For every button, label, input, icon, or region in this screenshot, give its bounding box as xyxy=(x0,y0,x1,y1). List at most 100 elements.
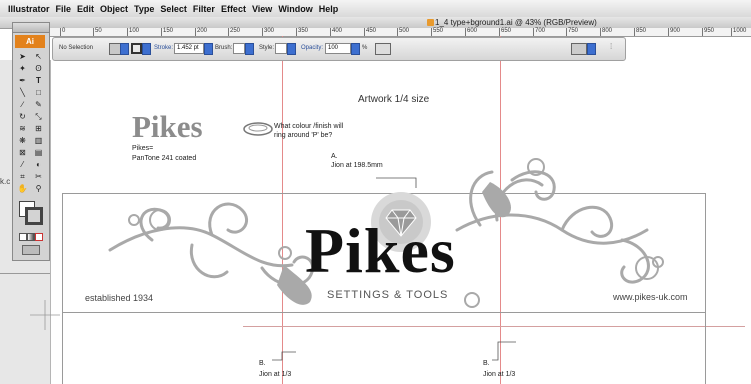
ruler-tick: 400 xyxy=(329,28,343,36)
swirl-right-curl-2 xyxy=(620,238,650,284)
ruler-tick: 200 xyxy=(194,28,208,36)
brush-field[interactable] xyxy=(233,43,245,54)
gradient-mode-button[interactable] xyxy=(27,233,35,241)
crop-mark-icon xyxy=(30,300,60,330)
swirl-ring-left-2 xyxy=(128,214,140,226)
swirl-left-curl-2 xyxy=(139,207,171,242)
swirl-right-main xyxy=(455,213,649,245)
note-a-arrow xyxy=(376,177,417,188)
swirl-right-curl-1 xyxy=(560,205,614,238)
color-mode-button[interactable] xyxy=(19,233,27,241)
menu-file[interactable]: File xyxy=(56,4,72,14)
question-line2: ring around 'P' be? xyxy=(274,132,333,139)
menu-view[interactable]: View xyxy=(252,4,272,14)
pencil-tool-icon[interactable]: ✎ xyxy=(32,99,45,110)
hand-tool-icon[interactable]: ✋ xyxy=(16,183,29,194)
selection-tool-icon[interactable]: ➤ xyxy=(16,51,29,62)
style-field[interactable] xyxy=(275,43,287,54)
ruler-tick: 100 xyxy=(126,28,140,36)
screen-mode-button[interactable] xyxy=(22,245,40,255)
menu-type[interactable]: Type xyxy=(134,4,154,14)
zoom-tool-icon[interactable]: ⚲ xyxy=(32,183,45,194)
ruler-tick: 350 xyxy=(295,28,309,36)
panel-menu-dropdown[interactable] xyxy=(587,43,596,55)
swirl-left-curl-4 xyxy=(189,243,229,279)
none-mode-button[interactable] xyxy=(35,233,43,241)
brush-dropdown[interactable] xyxy=(245,43,254,55)
opacity-label[interactable]: Opacity: xyxy=(301,45,323,51)
ruler-tick: 550 xyxy=(430,28,444,36)
opacity-field[interactable]: 100 xyxy=(325,43,351,54)
eyedropper-tool-icon[interactable]: ⁄ xyxy=(16,159,29,170)
document-title: 1_4 type+bground1.ai @ 43% (RGB/Preview) xyxy=(435,18,597,27)
symbol-sprayer-tool-icon[interactable]: ❋ xyxy=(16,135,29,146)
ruler-tick: 950 xyxy=(701,28,715,36)
pikes-note-line2: PanTone 241 coated xyxy=(132,155,197,162)
scale-tool-icon[interactable]: ⤡ xyxy=(32,111,45,122)
tools-panel-header[interactable] xyxy=(13,23,49,33)
menu-filter[interactable]: Filter xyxy=(193,4,215,14)
note-a-label: A. xyxy=(331,153,338,160)
stroke-color-box[interactable] xyxy=(25,207,43,225)
lasso-tool-icon[interactable]: ʘ xyxy=(32,63,45,74)
slice-tool-icon[interactable]: ⌗ xyxy=(16,171,29,182)
pen-tool-icon[interactable]: ✒ xyxy=(16,75,29,86)
panel-grip-icon[interactable]: ⁞ xyxy=(610,42,612,51)
ai-logo: Ai xyxy=(15,35,45,48)
swirl-ring-bottom xyxy=(464,292,480,308)
logo-big: Pikes xyxy=(305,215,456,286)
stroke-weight-dropdown[interactable] xyxy=(204,43,213,55)
graph-tool-icon[interactable]: ▥ xyxy=(32,135,45,146)
note-b2-text: Jion at 1/3 xyxy=(483,371,516,378)
stroke-weight-field[interactable]: 1.452 pt xyxy=(174,43,204,54)
note-b2-label: B. xyxy=(483,360,490,367)
menu-bar: Illustrator File Edit Object Type Select… xyxy=(0,0,751,18)
swirl-left-curl-1 xyxy=(208,202,249,237)
opacity-dropdown[interactable] xyxy=(351,43,360,55)
menu-object[interactable]: Object xyxy=(100,4,128,14)
note-b1-arrow xyxy=(272,351,296,361)
logo-small: Pikes xyxy=(132,109,203,144)
scissors-tool-icon[interactable]: ✂ xyxy=(32,171,45,182)
menu-app-illustrator[interactable]: Illustrator xyxy=(8,4,50,14)
type-tool-icon[interactable]: T xyxy=(32,75,45,86)
free-transform-tool-icon[interactable]: ⊞ xyxy=(32,123,45,134)
menu-effect[interactable]: Effect xyxy=(221,4,246,14)
mesh-tool-icon[interactable]: ⊠ xyxy=(16,147,29,158)
document-setup-button[interactable] xyxy=(571,43,587,55)
direct-selection-tool-icon[interactable]: ↖ xyxy=(32,51,45,62)
menu-window[interactable]: Window xyxy=(278,4,312,14)
ruler-tick: 700 xyxy=(532,28,546,36)
line-tool-icon[interactable]: ╲ xyxy=(16,87,29,98)
note-b1-text: Jion at 1/3 xyxy=(259,371,292,378)
ruler-tick: 600 xyxy=(464,28,478,36)
artwork-heading: Artwork 1/4 size xyxy=(358,94,430,105)
pikes-note-line1: Pikes= xyxy=(132,145,154,152)
recolor-artwork-button[interactable] xyxy=(375,43,391,55)
style-dropdown[interactable] xyxy=(287,43,296,55)
paintbrush-tool-icon[interactable]: ∕ xyxy=(16,99,29,110)
document-icon xyxy=(427,19,434,26)
gradient-tool-icon[interactable]: ▤ xyxy=(32,147,45,158)
rotate-tool-icon[interactable]: ↻ xyxy=(16,111,29,122)
stroke-label[interactable]: Stroke: xyxy=(154,45,173,51)
stroke-dropdown[interactable] xyxy=(142,43,151,55)
logo-tagline: SETTINGS & TOOLS xyxy=(327,289,449,301)
opacity-unit: % xyxy=(362,45,368,51)
blend-tool-icon[interactable]: ◐ xyxy=(32,159,45,170)
magic-wand-tool-icon[interactable]: ✦ xyxy=(16,63,29,74)
fill-dropdown[interactable] xyxy=(120,43,129,55)
horizontal-ruler[interactable]: 0 50 100 150 200 250 300 350 400 450 500… xyxy=(50,28,751,37)
ruler-tick: 900 xyxy=(667,28,681,36)
menu-edit[interactable]: Edit xyxy=(77,4,94,14)
ruler-tick: 1000 xyxy=(730,28,747,36)
left-fragment-top: k.c xyxy=(0,177,11,186)
menu-select[interactable]: Select xyxy=(160,4,187,14)
swirl-ring-left-3 xyxy=(278,246,292,260)
ruler-tick: 450 xyxy=(363,28,377,36)
warp-tool-icon[interactable]: ≋ xyxy=(16,123,29,134)
rectangle-tool-icon[interactable]: □ xyxy=(32,87,45,98)
menu-help[interactable]: Help xyxy=(319,4,339,14)
note-b2-arrow xyxy=(492,341,516,361)
stroke-swatch[interactable] xyxy=(131,43,142,54)
